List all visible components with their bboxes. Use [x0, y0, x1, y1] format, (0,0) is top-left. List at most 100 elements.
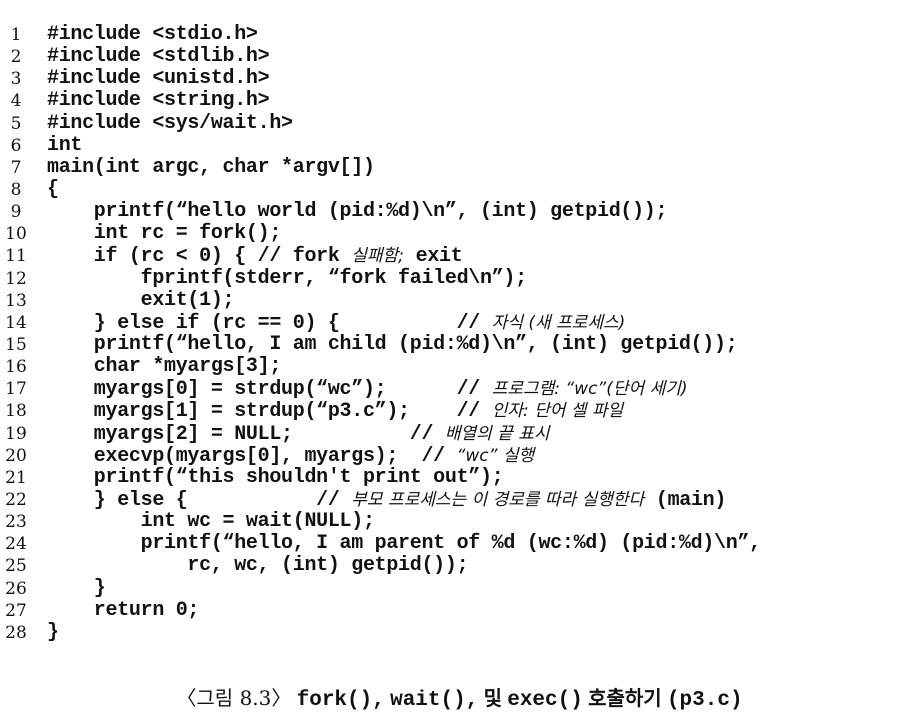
code-text: exit(1); — [47, 289, 235, 312]
code-listing: 1 #include <stdio.h> 2 #include <stdlib.h> 3… — [0, 23, 919, 644]
code-comment: “wc” 실행 — [456, 445, 535, 466]
code-statement: rc, wc, (int) getpid()); — [47, 554, 469, 578]
code-statement: } else { // — [47, 488, 352, 512]
code-line: 19 myargs[2] = NULL; // 배열의 끝 표시 — [0, 423, 919, 445]
code-line: 16 char *myargs[3]; — [0, 356, 919, 378]
line-number: 24 — [5, 534, 27, 555]
line-number: 1 — [10, 25, 22, 45]
code-text: myargs[2] = NULL; // 배열의 끝 표시 — [47, 423, 550, 446]
code-comment: 인자: 단어 셀 파일 — [491, 401, 624, 422]
code-text: int rc = fork(); — [47, 223, 282, 245]
code-line: 1 #include <stdio.h> — [0, 23, 919, 46]
line-number: 9 — [10, 202, 22, 223]
code-statement: myargs[0] = strdup(“wc”); // — [47, 378, 492, 402]
code-tail: (main) — [644, 488, 727, 512]
code-comment: 부모 프로세스는 이 경로를 따라 실행한다 — [351, 489, 645, 510]
figure-label: 〈그림 8.3〉 — [176, 686, 292, 710]
code-comment: 프로그램: “wc”(단어 세기) — [491, 379, 688, 400]
line-number: 8 — [10, 179, 22, 200]
line-number: 22 — [5, 489, 27, 510]
code-line: 26 } — [0, 577, 919, 600]
line-number: 14 — [5, 312, 27, 333]
code-statement: #include <string.h> — [47, 89, 270, 113]
code-text: #include <sys/wait.h> — [47, 111, 293, 135]
code-text: } else { // 부모 프로세스는 이 경로를 따라 실행한다 (main… — [47, 488, 727, 512]
line-number: 21 — [5, 467, 27, 488]
line-number: 11 — [5, 246, 27, 267]
line-number: 6 — [10, 135, 22, 156]
line-number: 16 — [5, 357, 27, 378]
code-line: 25 rc, wc, (int) getpid()); — [0, 555, 919, 577]
caption-file: (p3.c) — [666, 689, 743, 712]
line-number: 2 — [10, 47, 22, 68]
code-statement: myargs[2] = NULL; // — [47, 422, 445, 446]
code-statement: char *myargs[3]; — [47, 355, 282, 379]
code-statement: { — [47, 177, 59, 201]
code-text: printf(“hello, I am parent of %d (wc:%d)… — [47, 532, 762, 556]
code-statement: printf(“hello, I am parent of %d (wc:%d)… — [47, 532, 762, 556]
code-comment: 자식 (새 프로세스) — [491, 312, 626, 333]
code-text: int — [47, 133, 83, 157]
code-statement: } else if (rc == 0) { // — [47, 311, 492, 335]
code-text: myargs[1] = strdup(“p3.c”); // 인자: 단어 셀 … — [47, 400, 623, 423]
code-statement: myargs[1] = strdup(“p3.c”); // — [47, 400, 492, 424]
code-line: 7 main(int argc, char *argv[]) — [0, 156, 919, 179]
code-text: rc, wc, (int) getpid()); — [47, 555, 468, 577]
code-statement: int — [47, 133, 83, 157]
caption-and: 및 — [483, 686, 502, 710]
code-text: char *myargs[3]; — [47, 355, 282, 379]
code-text: main(int argc, char *argv[]) — [47, 156, 375, 179]
code-line: 20 execvp(myargs[0], myargs); // “wc” 실행 — [0, 445, 919, 467]
line-number: 25 — [5, 556, 27, 577]
code-text: } else if (rc == 0) { // 자식 (새 프로세스) — [47, 312, 625, 335]
caption-fork: fork(), — [296, 689, 385, 712]
code-text: } — [47, 621, 59, 644]
code-line: 28} — [0, 621, 919, 644]
line-number: 15 — [5, 334, 27, 355]
line-number: 23 — [5, 512, 27, 533]
code-statement: printf(“hello world (pid:%d)\n”, (int) g… — [47, 200, 668, 224]
code-line: 10 int rc = fork(); — [0, 223, 919, 245]
code-line: 6 int — [0, 133, 919, 157]
line-number: 3 — [10, 69, 22, 90]
code-line: 9 printf(“hello world (pid:%d)\n”, (int)… — [0, 201, 919, 223]
line-number: 18 — [5, 401, 27, 422]
code-statement: if (rc < 0) { // fork — [47, 245, 352, 269]
code-statement: return 0; — [47, 598, 200, 622]
code-line: 15 printf(“hello, I am child (pid:%d)\n”… — [0, 333, 919, 356]
caption-exec: exec() — [507, 689, 583, 712]
code-text: { — [47, 177, 59, 201]
code-text: } — [47, 577, 106, 600]
code-statement: fprintf(stderr, “fork failed\n”); — [47, 266, 527, 290]
code-line: 12 fprintf(stderr, “fork failed\n”); — [0, 266, 919, 290]
code-line: 23 int wc = wait(NULL); — [0, 511, 919, 533]
code-line: 2 #include <stdlib.h> — [0, 46, 919, 68]
code-line: 3 #include <unistd.h> — [0, 68, 919, 90]
line-number: 19 — [5, 423, 27, 444]
code-comment: 배열의 끝 표시 — [444, 423, 550, 444]
line-number: 28 — [5, 622, 27, 643]
code-line: 5 #include <sys/wait.h> — [0, 111, 919, 135]
line-number: 13 — [5, 290, 27, 311]
code-statement: #include <sys/wait.h> — [47, 111, 293, 135]
line-number: 17 — [5, 379, 27, 400]
code-text: printf(“hello, I am child (pid:%d)\n”, (… — [47, 333, 738, 356]
line-number: 10 — [5, 224, 27, 245]
code-text: #include <stdlib.h> — [47, 45, 270, 69]
code-line: 11 if (rc < 0) { // fork 실패함; exit — [0, 245, 919, 269]
code-statement: execvp(myargs[0], myargs); // — [47, 444, 457, 468]
line-number: 5 — [10, 113, 22, 134]
line-number: 4 — [10, 91, 22, 112]
code-line: 24 printf(“hello, I am parent of %d (wc:… — [0, 533, 919, 555]
code-tail: exit — [403, 245, 463, 269]
code-line: 27 return 0; — [0, 598, 919, 622]
code-line: 17 myargs[0] = strdup(“wc”); // 프로그램: “w… — [0, 378, 919, 402]
code-line: 13 exit(1); — [0, 289, 919, 312]
code-comment: 실패함; — [351, 246, 404, 267]
code-text: fprintf(stderr, “fork failed\n”); — [47, 266, 527, 290]
code-text: #include <stdio.h> — [47, 23, 258, 46]
line-number: 12 — [5, 268, 27, 289]
code-statement: #include <stdlib.h> — [47, 45, 270, 69]
figure-caption: 〈그림 8.3〉 fork(), wait(), 및 exec() 호출하기 (… — [0, 682, 919, 712]
caption-call: 호출하기 — [588, 686, 662, 710]
